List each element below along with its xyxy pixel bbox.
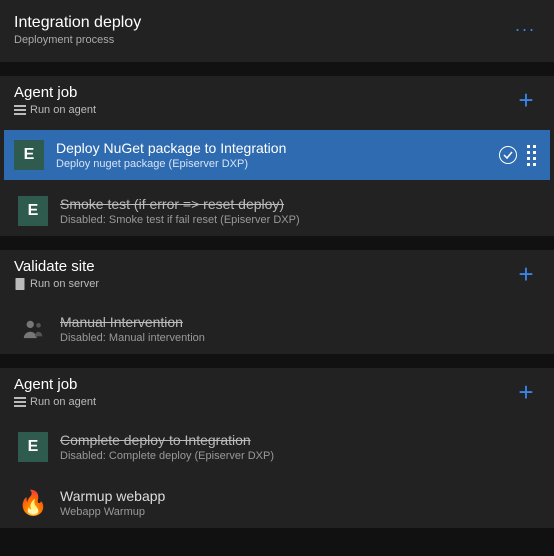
server-icon [14, 278, 26, 290]
job-sub: Run on server [30, 278, 99, 290]
task-title: Warmup webapp [60, 488, 536, 504]
pipeline-title: Integration deploy [14, 14, 511, 32]
task-sub: Disabled: Smoke test if fail reset (Epis… [60, 214, 536, 226]
job-sub: Run on agent [30, 396, 96, 408]
task-warmup-webapp[interactable]: 🔥 Warmup webapp Webapp Warmup [4, 478, 550, 528]
pipeline-header: Integration deploy Deployment process ..… [0, 6, 554, 56]
task-deploy-nuget[interactable]: E Deploy NuGet package to Integration De… [4, 130, 550, 180]
task-title: Manual Intervention [60, 314, 536, 330]
pipeline-subtitle: Deployment process [14, 34, 511, 46]
task-title: Deploy NuGet package to Integration [56, 140, 487, 156]
list-icon [14, 104, 26, 116]
job-header-validate[interactable]: Validate site Run on server + [0, 250, 554, 298]
add-task-button[interactable]: + [512, 378, 540, 406]
task-sub: Disabled: Complete deploy (Episerver DXP… [60, 450, 536, 462]
job-title: Agent job [14, 84, 512, 101]
task-sub: Disabled: Manual intervention [60, 332, 536, 344]
job-title: Agent job [14, 376, 512, 393]
add-task-button[interactable]: + [512, 86, 540, 114]
episerver-icon: E [18, 196, 48, 226]
task-sub: Webapp Warmup [60, 506, 536, 518]
episerver-icon: E [14, 140, 44, 170]
task-manual-intervention[interactable]: Manual Intervention Disabled: Manual int… [4, 304, 550, 354]
job-sub: Run on agent [30, 104, 96, 116]
task-smoke-test[interactable]: E Smoke test (if error => reset deploy) … [4, 186, 550, 236]
task-complete-deploy[interactable]: E Complete deploy to Integration Disable… [4, 422, 550, 472]
job-title: Validate site [14, 258, 512, 275]
person-icon [18, 314, 48, 344]
episerver-icon: E [18, 432, 48, 462]
job-header-agent-1[interactable]: Agent job Run on agent + [0, 76, 554, 124]
check-circle-icon [499, 146, 517, 164]
add-task-button[interactable]: + [512, 260, 540, 288]
job-header-agent-2[interactable]: Agent job Run on agent + [0, 368, 554, 416]
flame-icon: 🔥 [18, 488, 48, 518]
list-icon [14, 396, 26, 408]
drag-handle-icon[interactable] [527, 145, 536, 166]
task-title: Smoke test (if error => reset deploy) [60, 196, 536, 212]
more-options-button[interactable]: ... [511, 14, 540, 36]
task-sub: Deploy nuget package (Episerver DXP) [56, 158, 487, 170]
task-title: Complete deploy to Integration [60, 432, 536, 448]
